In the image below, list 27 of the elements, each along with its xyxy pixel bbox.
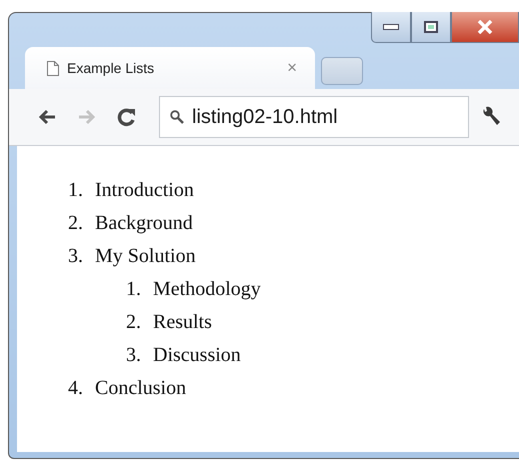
wrench-icon[interactable]: [481, 106, 501, 128]
list-number: 4.: [67, 377, 83, 400]
list-item-text: Methodology: [153, 278, 261, 301]
list-number: 1.: [125, 278, 141, 301]
maximize-icon: [424, 21, 438, 33]
minimize-button[interactable]: [371, 12, 411, 43]
list-number: 2.: [125, 311, 141, 334]
list-number: 2.: [67, 212, 83, 235]
list-number: 3.: [125, 344, 141, 367]
close-button[interactable]: [451, 12, 519, 43]
maximize-button[interactable]: [411, 12, 451, 43]
list-item-text: Introduction: [95, 179, 194, 202]
list-item-text: Results: [153, 311, 212, 334]
list-item-text: Conclusion: [95, 377, 186, 400]
list-item-text: My Solution: [95, 245, 196, 268]
list-item-text: Background: [95, 212, 193, 235]
search-icon: [170, 110, 184, 124]
back-icon[interactable]: [37, 109, 57, 125]
reload-icon[interactable]: [117, 107, 137, 127]
list-item-text: Discussion: [153, 344, 241, 367]
minimize-icon: [383, 24, 399, 30]
list-number: 3.: [67, 245, 83, 268]
close-icon: [477, 20, 493, 34]
browser-tab[interactable]: Example Lists ×: [25, 47, 315, 89]
address-field[interactable]: listing02-10.html: [159, 96, 469, 138]
page-icon: [47, 60, 59, 76]
list-number: 1.: [67, 179, 83, 202]
